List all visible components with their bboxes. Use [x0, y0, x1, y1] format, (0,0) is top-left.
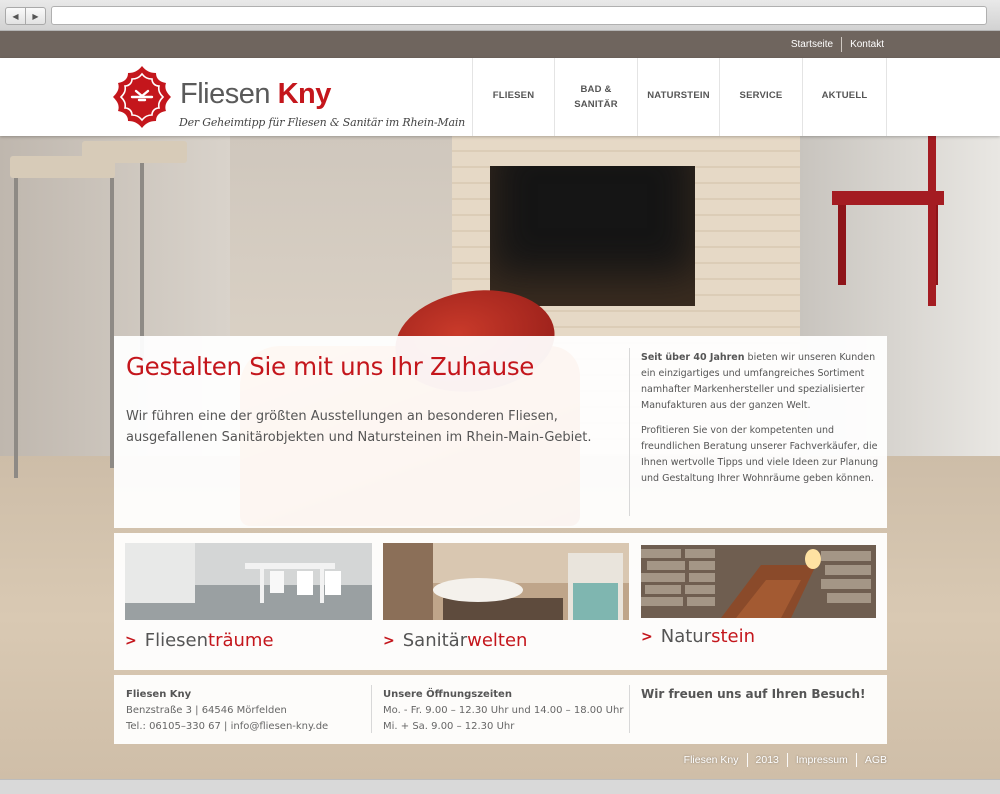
visit-greeting: Wir freuen uns auf Ihren Besuch!	[641, 687, 866, 701]
category-label-highlight: träume	[208, 630, 274, 651]
intro-side-text: Seit über 40 Jahren bieten wir unseren K…	[641, 350, 881, 487]
category-image-naturstein[interactable]	[641, 543, 876, 620]
footer-year: 2013	[755, 754, 779, 766]
side-paragraph-1: Seit über 40 Jahren bieten wir unseren K…	[641, 350, 881, 414]
divider	[841, 37, 843, 52]
logo-name-part1: Fliesen	[180, 78, 271, 110]
divider	[746, 753, 748, 767]
ornament-logo-icon[interactable]	[112, 65, 172, 129]
browser-bottom-edge	[0, 779, 1000, 794]
footer-link-agb[interactable]: AGB	[865, 754, 887, 766]
main-navigation: FLIESEN BAD & SANITÄR NATURSTEIN SERVICE…	[472, 58, 887, 136]
category-link-fliesentraeume[interactable]: > Fliesen träume	[125, 630, 274, 651]
address-block: Fliesen Kny Benzstraße 3 | 64546 Mörfeld…	[126, 687, 328, 735]
category-label-prefix: Sanitär	[402, 630, 468, 651]
company-name: Fliesen Kny	[126, 689, 192, 700]
chevron-right-icon: >	[641, 628, 653, 645]
nav-item-naturstein[interactable]: NATURSTEIN	[637, 58, 719, 136]
nav-item-aktuell[interactable]: AKTUELL	[802, 58, 887, 136]
link-kontakt[interactable]: Kontakt	[850, 39, 884, 50]
opening-hours-block: Unsere Öffnungszeiten Mo. - Fr. 9.00 – 1…	[383, 687, 623, 735]
category-link-sanitaerwelten[interactable]: > Sanitär welten	[383, 630, 527, 651]
category-panel: > Fliesen träume > Sanitär welten > Natu…	[114, 533, 887, 670]
category-image-sanitaer[interactable]	[383, 543, 629, 620]
page-headline: Gestalten Sie mit uns Ihr Zuhause	[126, 352, 535, 381]
chevron-right-icon: >	[383, 632, 395, 649]
photo-stool	[82, 141, 187, 163]
top-utility-bar: Startseite Kontakt	[0, 31, 1000, 58]
divider	[855, 753, 857, 767]
divider	[629, 348, 630, 516]
browser-toolbar: ◀ ▶	[0, 0, 1000, 31]
divider	[371, 685, 372, 733]
site-header: Fliesen Kny Der Geheimtipp für Fliesen &…	[0, 58, 1000, 136]
address-bar[interactable]	[51, 6, 987, 25]
category-label-prefix: Natur	[660, 626, 712, 647]
contact-info-bar: Fliesen Kny Benzstraße 3 | 64546 Mörfeld…	[114, 675, 887, 744]
footer-link-impressum[interactable]: Impressum	[796, 754, 848, 766]
footer-link-company[interactable]: Fliesen Kny	[684, 754, 739, 766]
photo-stool-leg	[140, 163, 144, 363]
footer-links: Fliesen Kny 2013 Impressum AGB	[684, 753, 887, 767]
opening-hours-saturday: Mi. + Sa. 9.00 – 12.30 Uhr	[383, 721, 515, 732]
category-image-fliesen[interactable]	[125, 543, 372, 620]
category-link-naturstein[interactable]: > Natur stein	[641, 626, 755, 647]
photo-table-leg	[838, 205, 846, 285]
browser-nav-buttons: ◀ ▶	[5, 7, 46, 25]
company-address: Benzstraße 3 | 64546 Mörfelden	[126, 705, 287, 716]
opening-hours-weekday: Mo. - Fr. 9.00 – 12.30 Uhr und 14.00 – 1…	[383, 705, 624, 716]
logo-wordmark[interactable]: Fliesen Kny	[180, 80, 331, 109]
link-startseite[interactable]: Startseite	[791, 39, 833, 50]
intro-lead: Wir führen eine der größten Ausstellunge…	[126, 409, 592, 445]
category-label-highlight: stein	[711, 626, 756, 647]
divider	[629, 685, 630, 733]
company-contact[interactable]: Tel.: 06105–330 67 | info@fliesen-kny.de	[126, 719, 328, 735]
logo-name-part2: Kny	[277, 78, 332, 110]
photo-fireplace	[490, 166, 695, 306]
forward-arrow-icon[interactable]: ▶	[25, 8, 45, 24]
nav-item-bad-sanitaer[interactable]: BAD & SANITÄR	[554, 58, 637, 136]
nav-item-service[interactable]: SERVICE	[719, 58, 802, 136]
photo-stool-leg	[14, 178, 18, 478]
intro-panel: Gestalten Sie mit uns Ihr Zuhause Wir fü…	[114, 336, 887, 528]
chevron-right-icon: >	[125, 632, 137, 649]
divider	[786, 753, 788, 767]
top-links: Startseite Kontakt	[791, 31, 884, 58]
category-label-highlight: welten	[467, 630, 528, 651]
back-arrow-icon[interactable]: ◀	[6, 8, 25, 24]
nav-item-fliesen[interactable]: FLIESEN	[472, 58, 554, 136]
photo-chair	[928, 136, 1000, 306]
opening-hours-title: Unsere Öffnungszeiten	[383, 689, 512, 700]
side-paragraph-2: Profitieren Sie von der kompetenten und …	[641, 425, 879, 484]
logo-tagline: Der Geheimtipp für Fliesen & Sanitär im …	[179, 116, 466, 129]
side-highlight: Seit über 40 Jahren	[641, 352, 745, 363]
category-label-prefix: Fliesen	[144, 630, 209, 651]
